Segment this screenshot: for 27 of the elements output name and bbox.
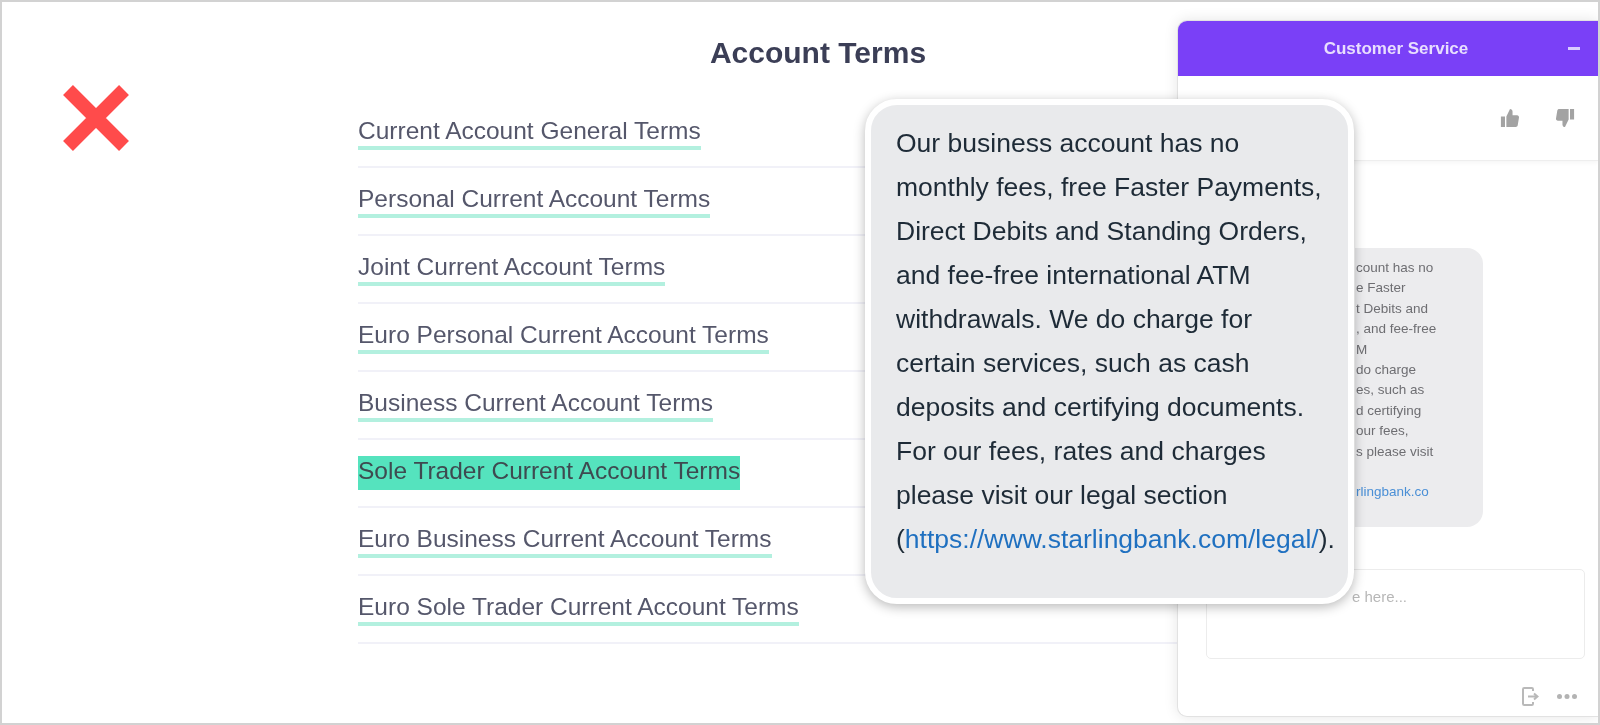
page-title: Account Terms xyxy=(708,35,928,71)
terms-link[interactable]: Joint Current Account Terms xyxy=(358,252,666,286)
terms-link[interactable]: Euro Personal Current Account Terms xyxy=(358,320,769,354)
message-fragment: M xyxy=(1356,340,1369,359)
message-fragment: count has no xyxy=(1356,259,1435,277)
exit-icon[interactable] xyxy=(1522,687,1539,706)
terms-link[interactable]: Business Current Account Terms xyxy=(358,388,713,422)
message-fragment: e Faster xyxy=(1356,279,1407,298)
message-fragment: , and fee-free xyxy=(1356,320,1438,339)
message-fragment: do charge xyxy=(1356,361,1418,380)
legal-link[interactable]: https://www.starlingbank.com/legal/ xyxy=(904,524,1319,554)
message-fragment: es, such as xyxy=(1356,381,1426,400)
message-text: Our business account has no monthly fees, free Faster Payments, Direct Debits and Standing Orders, and fee-free international ATM withdrawals. We do charge for certain services, such as cash deposits and certifying documents. For our fees, rates and charges please visit our legal section (https://www.starlingbank.com/legal/). xyxy=(896,127,1334,556)
terms-link[interactable]: Current Account General Terms xyxy=(358,116,701,150)
thumbs-up-icon[interactable] xyxy=(1500,108,1520,128)
more-icon[interactable] xyxy=(1557,694,1577,699)
thumbs-down-icon[interactable] xyxy=(1555,108,1575,128)
terms-link[interactable]: Euro Sole Trader Current Account Terms xyxy=(358,592,799,626)
message-fragment: d certifying xyxy=(1356,401,1423,420)
cross-mark-icon xyxy=(63,85,129,151)
message-fragment: t Debits and xyxy=(1356,299,1430,318)
terms-link[interactable]: Sole Trader Current Account Terms xyxy=(358,456,741,490)
chat-title: Customer Service xyxy=(1322,37,1469,60)
message-fragment: our fees, xyxy=(1356,422,1410,441)
message-fragment: s please visit xyxy=(1356,442,1435,461)
terms-link[interactable]: Personal Current Account Terms xyxy=(358,184,711,218)
terms-link[interactable]: Euro Business Current Account Terms xyxy=(358,524,772,558)
